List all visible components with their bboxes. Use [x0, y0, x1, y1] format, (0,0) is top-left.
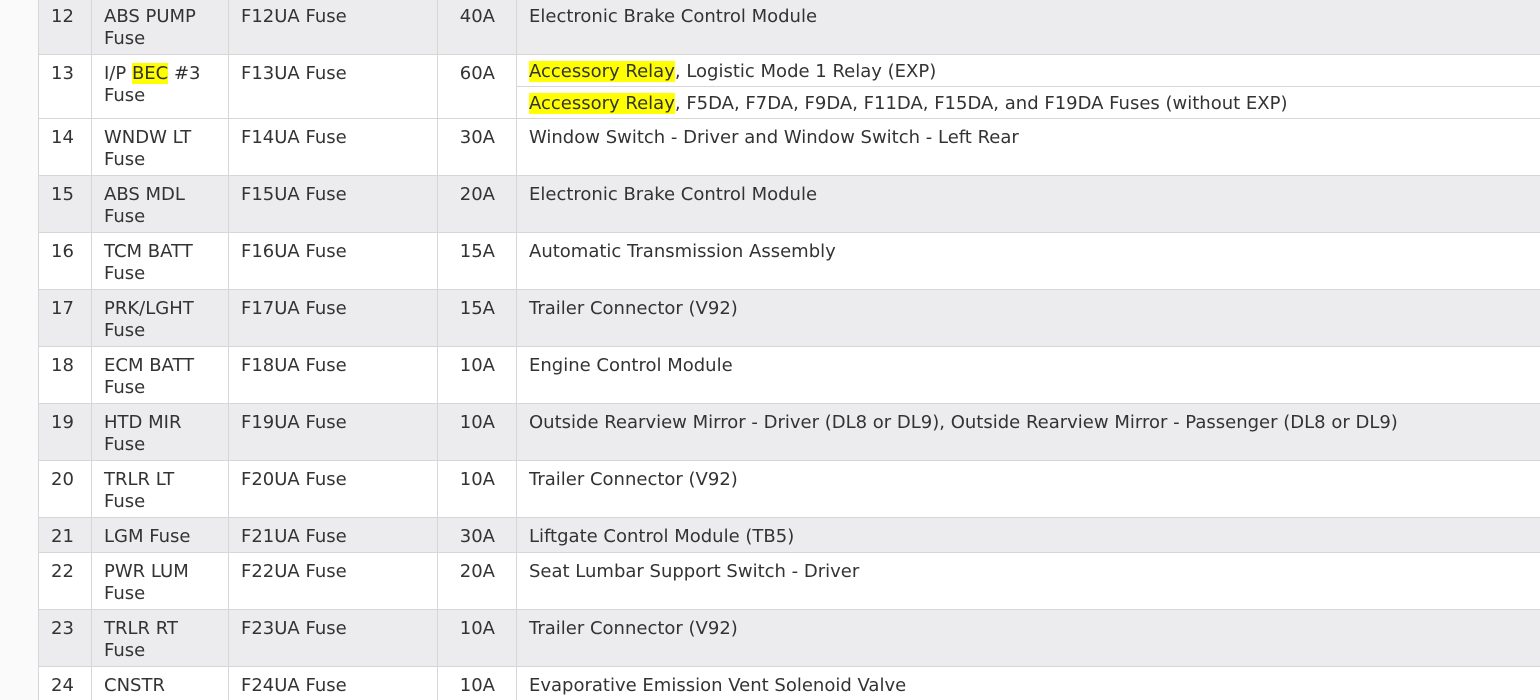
fuse-number: 12: [38, 0, 92, 55]
circuit-description: Trailer Connector (V92): [516, 609, 1540, 667]
circuit-description: Engine Control Module: [516, 346, 1540, 404]
fuse-rating: 10A: [437, 460, 517, 518]
search-highlight: Accessory Relay: [529, 61, 675, 82]
fuse-rating: 30A: [437, 517, 517, 553]
table-row: 21 LGM Fuse F21UA Fuse 30A Liftgate Cont…: [38, 517, 1540, 553]
fuse-rating: 10A: [437, 346, 517, 404]
circuit-description: Window Switch - Driver and Window Switch…: [516, 118, 1540, 176]
fuse-part: F18UA Fuse: [228, 346, 438, 404]
fuse-name: TRLR RT Fuse: [91, 609, 229, 667]
fuse-number: 22: [38, 552, 92, 610]
fuse-part: F23UA Fuse: [228, 609, 438, 667]
fuse-rating: 30A: [437, 118, 517, 176]
fuse-name: PRK/LGHT Fuse: [91, 289, 229, 347]
search-highlight: Accessory Relay: [529, 93, 675, 114]
fuse-number: 20: [38, 460, 92, 518]
search-highlight: BEC: [131, 63, 169, 84]
fuse-name: ABS MDL Fuse: [91, 175, 229, 233]
fuse-part: F24UA Fuse: [228, 666, 438, 700]
fuse-number: 16: [38, 232, 92, 290]
fuse-name: I/P BEC #3 Fuse: [91, 54, 229, 119]
table-row: 13 I/P BEC #3 Fuse F13UA Fuse 60A Access…: [38, 54, 1540, 119]
fuse-part: F19UA Fuse: [228, 403, 438, 461]
fuse-part: F22UA Fuse: [228, 552, 438, 610]
table-row: 12 ABS PUMP Fuse F12UA Fuse 40A Electron…: [38, 0, 1540, 55]
fuse-part: F16UA Fuse: [228, 232, 438, 290]
fuse-name: CNSTR: [91, 666, 229, 700]
fuse-part: F17UA Fuse: [228, 289, 438, 347]
circuit-description: Trailer Connector (V92): [516, 289, 1540, 347]
table-row: 22 PWR LUM Fuse F22UA Fuse 20A Seat Lumb…: [38, 552, 1540, 610]
circuit-description: Seat Lumbar Support Switch - Driver: [516, 552, 1540, 610]
table-row: 16 TCM BATT Fuse F16UA Fuse 15A Automati…: [38, 232, 1540, 290]
circuit-text: , Logistic Mode 1 Relay (EXP): [674, 61, 937, 82]
fuse-number: 24: [38, 666, 92, 700]
circuit-description: Electronic Brake Control Module: [516, 175, 1540, 233]
fuse-part: F20UA Fuse: [228, 460, 438, 518]
fuse-rating: 10A: [437, 609, 517, 667]
fuse-rating: 10A: [437, 666, 517, 700]
fuse-name: WNDW LT Fuse: [91, 118, 229, 176]
fuse-rating: 10A: [437, 403, 517, 461]
document-page: 12 ABS PUMP Fuse F12UA Fuse 40A Electron…: [0, 0, 1540, 700]
table-row: 19 HTD MIR Fuse F19UA Fuse 10A Outside R…: [38, 403, 1540, 461]
fuse-rating: 20A: [437, 552, 517, 610]
fuse-rating: 15A: [437, 289, 517, 347]
fuse-number: 18: [38, 346, 92, 404]
fuse-name: ABS PUMP Fuse: [91, 0, 229, 55]
fuse-part: F21UA Fuse: [228, 517, 438, 553]
circuit-description: Accessory Relay, F5DA, F7DA, F9DA, F11DA…: [516, 86, 1540, 119]
fuse-number: 14: [38, 118, 92, 176]
fuse-part: F12UA Fuse: [228, 0, 438, 55]
fuse-number: 19: [38, 403, 92, 461]
circuit-description: Outside Rearview Mirror - Driver (DL8 or…: [516, 403, 1540, 461]
circuit-description: Automatic Transmission Assembly: [516, 232, 1540, 290]
table-row: 24 CNSTR F24UA Fuse 10A Evaporative Emis…: [38, 666, 1540, 700]
table-row: 23 TRLR RT Fuse F23UA Fuse 10A Trailer C…: [38, 609, 1540, 667]
circuit-description: Liftgate Control Module (TB5): [516, 517, 1540, 553]
circuit-text: , F5DA, F7DA, F9DA, F11DA, F15DA, and F1…: [674, 93, 1288, 114]
table-row: 18 ECM BATT Fuse F18UA Fuse 10A Engine C…: [38, 346, 1540, 404]
fuse-name: TRLR LT Fuse: [91, 460, 229, 518]
table-row: 15 ABS MDL Fuse F15UA Fuse 20A Electroni…: [38, 175, 1540, 233]
table-row: 20 TRLR LT Fuse F20UA Fuse 10A Trailer C…: [38, 460, 1540, 518]
fuse-number: 15: [38, 175, 92, 233]
fuse-part: F15UA Fuse: [228, 175, 438, 233]
table-row: 17 PRK/LGHT Fuse F17UA Fuse 15A Trailer …: [38, 289, 1540, 347]
fuse-table: 12 ABS PUMP Fuse F12UA Fuse 40A Electron…: [38, 0, 1540, 700]
fuse-name: PWR LUM Fuse: [91, 552, 229, 610]
fuse-part: F14UA Fuse: [228, 118, 438, 176]
circuit-description: Trailer Connector (V92): [516, 460, 1540, 518]
fuse-name: TCM BATT Fuse: [91, 232, 229, 290]
table-row: 14 WNDW LT Fuse F14UA Fuse 30A Window Sw…: [38, 118, 1540, 176]
fuse-number: 13: [38, 54, 92, 119]
left-margin: [0, 0, 39, 700]
fuse-name: HTD MIR Fuse: [91, 403, 229, 461]
fuse-part: F13UA Fuse: [228, 54, 438, 119]
fuse-number: 21: [38, 517, 92, 553]
fuse-name: LGM Fuse: [91, 517, 229, 553]
circuit-description: Accessory Relay, Logistic Mode 1 Relay (…: [516, 54, 1540, 87]
fuse-rating: 20A: [437, 175, 517, 233]
circuit-description: Evaporative Emission Vent Solenoid Valve: [516, 666, 1540, 700]
fuse-name: ECM BATT Fuse: [91, 346, 229, 404]
fuse-number: 17: [38, 289, 92, 347]
fuse-name-prefix: I/P: [104, 63, 132, 84]
fuse-rating: 15A: [437, 232, 517, 290]
fuse-rating: 40A: [437, 0, 517, 55]
circuit-description: Electronic Brake Control Module: [516, 0, 1540, 55]
fuse-rating: 60A: [437, 54, 517, 119]
fuse-number: 23: [38, 609, 92, 667]
